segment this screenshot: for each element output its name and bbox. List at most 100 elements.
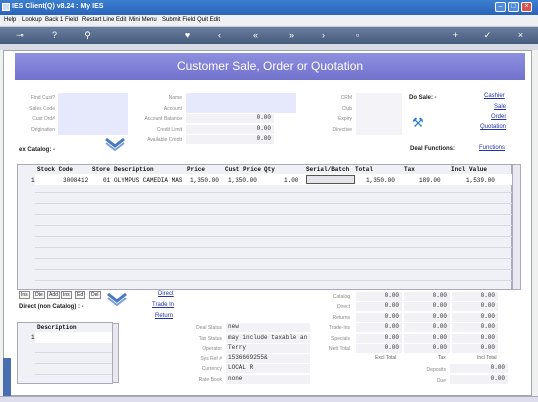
key-icon[interactable]: ⊸: [10, 30, 30, 41]
menu-restart-line-edit[interactable]: Restart Line Edit: [82, 17, 126, 23]
trade-in-link[interactable]: Trade In: [152, 302, 174, 308]
cell-total[interactable]: 1,350.00: [366, 177, 395, 184]
row-dte-button[interactable]: Dte: [33, 291, 45, 299]
cell-description[interactable]: OLYMPUS CAMEDIA MAS: [114, 177, 182, 184]
col-store: Store: [92, 166, 111, 173]
excl-total-col-label: Excl Total: [375, 355, 397, 361]
search-icon[interactable]: ⚲: [82, 30, 93, 41]
rate-book-value: none: [226, 375, 310, 384]
incl-total-col-label: Incl Total: [477, 355, 497, 361]
name-account-input[interactable]: [186, 93, 296, 113]
close-icon[interactable]: ×: [515, 30, 526, 41]
order-link[interactable]: Order: [491, 114, 506, 120]
origination-label: Origination: [30, 127, 55, 133]
menu-quit-edit[interactable]: Quit Edit: [197, 17, 220, 23]
cell-incl-value[interactable]: 1,539.00: [466, 177, 495, 184]
totals-value: 0.00: [452, 323, 498, 332]
col-description: Description: [114, 166, 154, 173]
grid-line: [35, 258, 512, 259]
credit-limit-value: 0.00: [186, 125, 274, 134]
chevron-down-icon[interactable]: [106, 292, 128, 306]
document-icon[interactable]: ▫: [352, 30, 363, 41]
totals-row-label: Direct: [336, 304, 350, 310]
cell-serial-batch[interactable]: [306, 175, 355, 184]
row-ins-button[interactable]: Ins: [19, 291, 30, 299]
status-bar: [0, 396, 538, 402]
row-del-button[interactable]: Del: [89, 291, 101, 299]
close-window-button[interactable]: ×: [521, 2, 532, 12]
grid-scrollbar[interactable]: [512, 164, 521, 290]
functions-link[interactable]: Functions: [479, 145, 505, 151]
check-icon[interactable]: ✓: [482, 30, 493, 41]
cell-price[interactable]: 1,350.00: [190, 177, 219, 184]
forward-fast-icon[interactable]: »: [286, 30, 297, 41]
operator-value: Terry: [226, 344, 310, 353]
cashier-link[interactable]: Cashier: [484, 93, 505, 99]
totals-value: 0.00: [404, 344, 450, 353]
wrench-icon: ⚒: [412, 115, 424, 130]
grid-line: [35, 363, 112, 364]
add-icon[interactable]: +: [450, 30, 461, 41]
heart-icon[interactable]: ♥: [182, 30, 193, 41]
monitor-icon: [2, 3, 10, 11]
find-cust-label: Find Cust?: [30, 95, 55, 101]
minimize-button[interactable]: –: [495, 2, 506, 12]
cell-cust-price[interactable]: 1,350.00: [228, 177, 257, 184]
direct-link[interactable]: Direct: [158, 291, 174, 297]
operator-label: Operator: [202, 346, 222, 352]
currency-label: Currency: [201, 366, 222, 372]
currency-value: LOCAL R: [226, 364, 310, 373]
totals-value: 0.00: [404, 313, 450, 322]
cell-qty[interactable]: 1.00: [284, 177, 298, 184]
cust-ord-label: Cust Ord#: [32, 116, 55, 122]
totals-value: 0.00: [356, 323, 402, 332]
row-add-button[interactable]: Add: [47, 291, 60, 299]
window-title: IES Client(Q) v8.24 : My IES: [12, 3, 104, 10]
rate-book-label: Rate Book: [198, 377, 222, 383]
credit-limit-label: Credit Limit: [156, 127, 182, 133]
cell-tax[interactable]: 189.00: [419, 177, 441, 184]
cell-stock-code[interactable]: 3008412: [63, 177, 88, 184]
row-ins2-button[interactable]: Ins: [61, 291, 72, 299]
menu-mini-menu[interactable]: Mini Menu: [129, 17, 157, 23]
totals-value: 0.00: [404, 292, 450, 301]
grid-line: [35, 247, 512, 248]
totals-row-label: Catalog: [332, 294, 350, 300]
col-price: Price: [187, 166, 206, 173]
menu-back-1-field[interactable]: Back 1 Field: [45, 17, 78, 23]
rewind-icon[interactable]: «: [250, 30, 261, 41]
menu-help[interactable]: Help: [4, 17, 16, 23]
tax-status-value: may include taxable an: [226, 334, 310, 343]
return-link[interactable]: Return: [155, 313, 173, 319]
club-label: Club: [341, 106, 352, 112]
sys-ref-value: 1536669255&: [226, 354, 310, 363]
menu-lookup[interactable]: Lookup: [22, 17, 42, 23]
account-balance-value: 0.00: [186, 114, 274, 123]
totals-value: 0.00: [356, 313, 402, 322]
crm-fields-input[interactable]: [356, 93, 402, 135]
account-balance-label: Account Balance: [144, 116, 182, 122]
customer-fields-input[interactable]: [58, 93, 128, 135]
totals-value: 0.00: [404, 302, 450, 311]
direct-scrollbar[interactable]: [112, 323, 119, 383]
row-ed-button[interactable]: Ed: [75, 291, 86, 299]
chevron-down-icon[interactable]: [104, 137, 126, 151]
due-label: Due: [436, 378, 446, 384]
back-icon[interactable]: ‹: [214, 30, 225, 41]
crm-label: CRM: [340, 95, 352, 101]
quotation-link[interactable]: Quotation: [480, 124, 506, 130]
maximize-button[interactable]: □: [508, 2, 519, 12]
col-total: Total: [355, 166, 374, 173]
deposits-value: 0.00: [450, 364, 508, 373]
sale-link[interactable]: Sale: [494, 104, 506, 110]
grid-line: [35, 225, 512, 226]
menu-submit-field[interactable]: Submit Field: [162, 17, 195, 23]
side-tab[interactable]: [3, 358, 11, 396]
cell-store[interactable]: 01: [103, 177, 110, 184]
help-icon[interactable]: ?: [49, 30, 60, 41]
direct-row-1[interactable]: [35, 332, 112, 343]
grid-line: [35, 236, 512, 237]
totals-value: 0.00: [452, 313, 498, 322]
forward-icon[interactable]: ›: [318, 30, 329, 41]
deal-functions-label: Deal Functions:: [410, 146, 456, 152]
